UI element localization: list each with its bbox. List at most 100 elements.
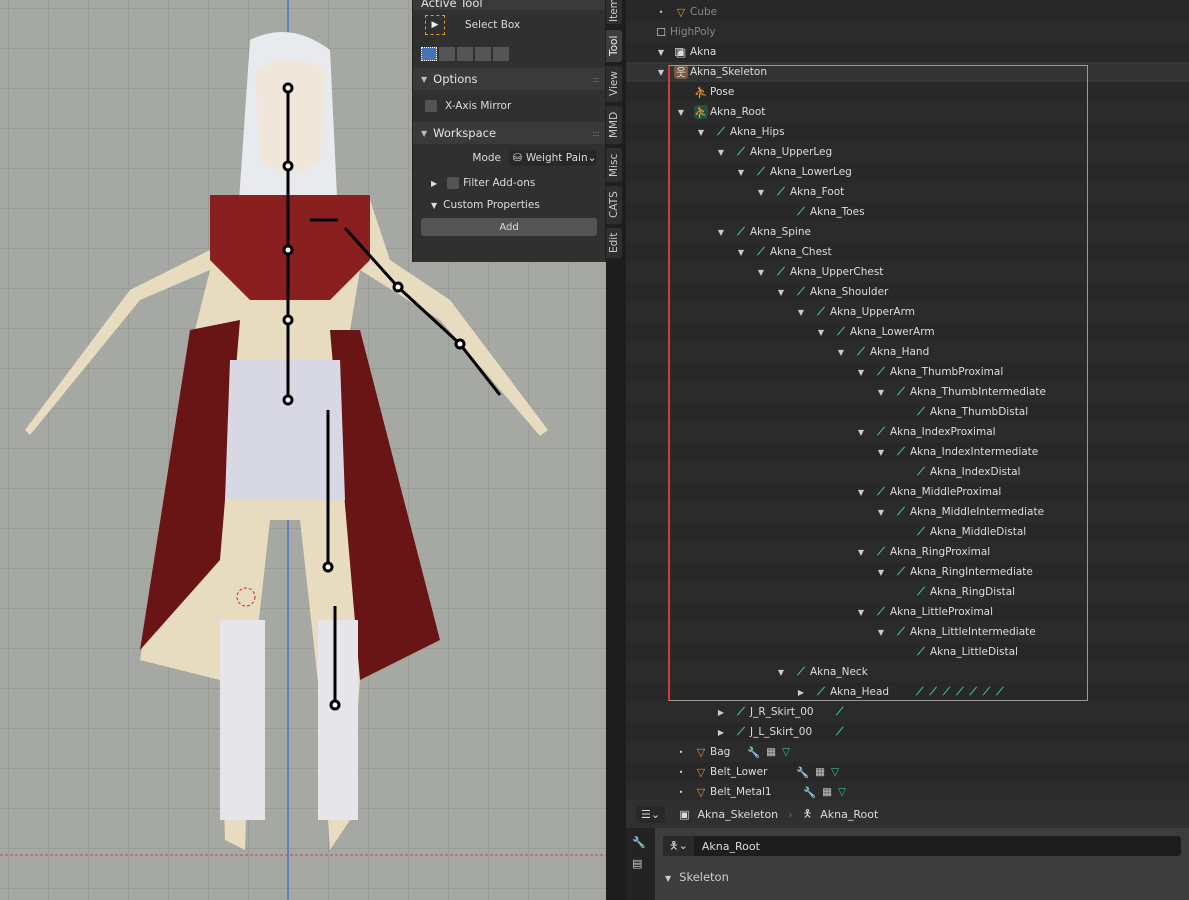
x-axis-mirror-checkbox[interactable]: X-Axis Mirror [413,90,605,122]
bone-icon[interactable]: ⟋ [969,686,976,699]
collapse-arrow-icon[interactable]: ▼ [756,188,766,197]
expand-arrow-icon[interactable]: ▶ [796,688,806,697]
collapse-arrow-icon[interactable]: • [656,8,666,17]
bone-icon[interactable]: ⟋ [943,686,950,699]
collapse-arrow-icon[interactable]: ▼ [736,248,746,257]
outliner-row[interactable]: ▼ ⟋ Akna_Shoulder [626,282,1189,302]
outliner-row[interactable]: ▼ ⟋ Akna_RingProximal [626,542,1189,562]
tool-settings-tab-icon[interactable]: 🔧 [632,836,649,849]
outliner-row[interactable]: ▼ ⟋ Akna_UpperArm [626,302,1189,322]
collapse-arrow-icon[interactable]: ▼ [776,288,786,297]
modifier-icon[interactable]: 🔧 [803,786,816,799]
outliner-row[interactable]: ▼ ⟋ Akna_MiddleIntermediate [626,502,1189,522]
outliner-row[interactable]: ▼ ☑ ▣ Akna [626,42,1189,62]
outliner-row[interactable]: ▼ 웃 Akna_Skeleton [626,62,1189,82]
outliner-row[interactable]: ▼ ⟋ Akna_LittleIntermediate [626,622,1189,642]
collapse-arrow-icon[interactable]: ▼ [876,568,886,577]
mesh-data-icon[interactable]: ▽ [782,746,790,759]
expand-arrow-icon[interactable]: ▶ [716,708,726,717]
tab-tool[interactable]: Tool [606,30,622,62]
mode-extend-icon[interactable] [439,47,455,61]
expand-arrow-icon[interactable]: ▶ [716,728,726,737]
outliner-row[interactable]: ⟋ Akna_LittleDistal [626,642,1189,662]
mesh-data-icon[interactable]: ▽ [831,766,839,779]
outliner-row[interactable]: • ▽ Cube [626,2,1189,22]
collapse-arrow-icon[interactable]: ▼ [656,68,666,77]
outliner-row[interactable]: ▶ ⟋ J_L_Skirt_00 ⟋ [626,722,1189,742]
outliner-row[interactable]: ⟋ Akna_Toes [626,202,1189,222]
outliner-row[interactable]: ▼ ⟋ Akna_RingIntermediate [626,562,1189,582]
outliner-row[interactable]: ☐ HighPoly [626,22,1189,42]
collapse-arrow-icon[interactable]: ▼ [836,348,846,357]
active-tool-header[interactable]: Active Tool [413,0,605,10]
outliner-row[interactable]: ⟋ Akna_RingDistal [626,582,1189,602]
outliner-row[interactable]: ▼ ⟋ Akna_LowerLeg [626,162,1189,182]
mode-subtract-icon[interactable] [457,47,473,61]
collapse-arrow-icon[interactable]: ▼ [716,228,726,237]
outliner-row[interactable]: ▼ ⟋ Akna_Hand [626,342,1189,362]
armature-selector[interactable]: 🯅⌄ [663,836,694,856]
editor-type-button[interactable]: ☰⌄ [636,805,666,823]
outliner-row[interactable]: ⟋ Akna_MiddleDistal [626,522,1189,542]
collapse-arrow-icon[interactable]: ▼ [816,328,826,337]
collapse-arrow-icon[interactable]: ▼ [676,108,686,117]
filter-addons-row[interactable]: ▶ Filter Add-ons [413,172,605,194]
options-header[interactable]: ▼ Options:::: [413,68,605,90]
mode-invert-icon[interactable] [475,47,491,61]
tab-view[interactable]: View [606,66,622,102]
collapse-arrow-icon[interactable]: ▼ [856,368,866,377]
tab-edit[interactable]: Edit [606,228,622,258]
outliner-row[interactable]: ▼ ⟋ Akna_IndexIntermediate [626,442,1189,462]
mode-dropdown[interactable]: ⛁ Weight Pain ⌄ [509,150,597,166]
bone-icon[interactable]: ⟋ [996,686,1003,699]
workspace-header[interactable]: ▼ Workspace:::: [413,122,605,144]
collapse-arrow-icon[interactable]: ▼ [716,148,726,157]
vertex-groups-icon[interactable]: ▦ [766,746,776,759]
outliner-row[interactable]: ▼ ⟋ Akna_LowerArm [626,322,1189,342]
custom-properties-header[interactable]: ▼ Custom Properties [413,194,605,216]
collapse-arrow-icon[interactable]: ▼ [696,128,706,137]
outliner-row[interactable]: ▼ ⛹ Akna_Root [626,102,1189,122]
bone-icon[interactable]: ⟋ [929,686,936,699]
outliner-row[interactable]: ▼ ⟋ Akna_Chest [626,242,1189,262]
tab-mmd[interactable]: MMD [606,106,622,144]
tab-cats[interactable]: CATS [606,186,622,224]
outliner-row[interactable]: • ▽ Belt_Metal1 🔧 ▦ ▽ [626,782,1189,800]
outliner-row[interactable]: • ▽ Belt_Lower 🔧 ▦ ▽ [626,762,1189,782]
collapse-arrow-icon[interactable]: ▼ [876,508,886,517]
vertex-groups-icon[interactable]: ▦ [822,786,832,799]
render-tab-icon[interactable]: ▤ [632,857,649,870]
collapse-arrow-icon[interactable]: ▼ [856,608,866,617]
vertex-groups-icon[interactable]: ▦ [815,766,825,779]
skeleton-panel-header[interactable]: ▼ Skeleton [665,870,1189,884]
bone-icon[interactable]: ⟋ [983,686,990,699]
collapse-arrow-icon[interactable]: • [676,768,686,777]
datablock-name-field[interactable]: Akna_Root [702,840,760,853]
collapse-arrow-icon[interactable]: ▼ [876,628,886,637]
collapse-arrow-icon[interactable]: ▼ [796,308,806,317]
outliner[interactable]: • ▽ Cube ☐ HighPoly ▼ ☑ ▣ Akna ▼ 웃 Akna_Skeleton ⛹ Po… [626,0,1189,800]
outliner-row[interactable]: ▼ ⟋ Akna_MiddleProximal [626,482,1189,502]
bone-icon[interactable]: ⟋ [836,706,843,719]
mode-set-icon[interactable] [421,47,437,61]
outliner-row[interactable]: ▼ ⟋ Akna_ThumbProximal [626,362,1189,382]
tab-misc[interactable]: Misc [606,148,622,182]
outliner-row[interactable]: ▶ ⟋ Akna_Head ⟋ ⟋ ⟋ ⟋ ⟋ ⟋ ⟋ [626,682,1189,702]
tab-item[interactable]: Item [606,0,622,24]
collapse-arrow-icon[interactable]: ▼ [736,168,746,177]
outliner-row[interactable]: ⟋ Akna_IndexDistal [626,462,1189,482]
modifier-icon[interactable]: 🔧 [747,746,760,759]
outliner-row[interactable]: ▼ ⟋ Akna_LittleProximal [626,602,1189,622]
collapse-arrow-icon[interactable]: ▼ [776,668,786,677]
modifier-icon[interactable]: 🔧 [796,766,809,779]
collapse-arrow-icon[interactable]: • [676,748,686,757]
outliner-row[interactable]: ▼ ⟋ Akna_Hips [626,122,1189,142]
outliner-row[interactable]: ▶ ⟋ J_R_Skirt_00 ⟋ [626,702,1189,722]
bone-icon[interactable]: ⟋ [916,686,923,699]
outliner-row[interactable]: • ▽ Bag 🔧 ▦ ▽ [626,742,1189,762]
outliner-row[interactable]: ▼ ⟋ Akna_UpperLeg [626,142,1189,162]
collapse-arrow-icon[interactable]: • [676,788,686,797]
active-tool-row[interactable]: ▶ Select Box [413,10,605,40]
outliner-row[interactable]: ⛹ Pose [626,82,1189,102]
collapse-arrow-icon[interactable]: ▼ [856,428,866,437]
